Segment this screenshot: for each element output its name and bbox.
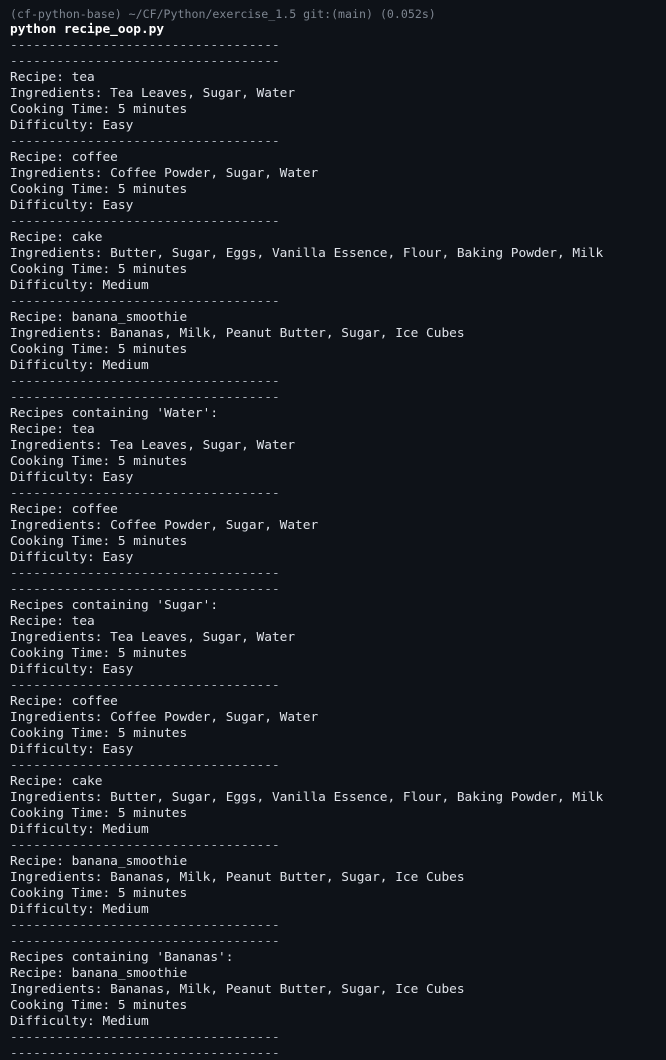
output-line: Difficulty: Easy [10,198,134,213]
separator-line: ----------------------------------- [10,38,280,53]
output-line: Ingredients: Bananas, Milk, Peanut Butte… [10,326,465,341]
output-line: Ingredients: Tea Leaves, Sugar, Water [10,438,296,453]
separator-line: ----------------------------------- [10,374,280,389]
output-line: Cooking Time: 5 minutes [10,886,188,901]
command-input[interactable]: python recipe_oop.py [10,22,656,38]
output-line: Recipe: tea [10,70,95,85]
output-line: Cooking Time: 5 minutes [10,182,188,197]
output-line: Recipes containing 'Bananas': [10,950,234,965]
output-line: Cooking Time: 5 minutes [10,646,188,661]
separator-line: ----------------------------------- [10,390,280,405]
output-line: Ingredients: Coffee Powder, Sugar, Water [10,166,319,181]
separator-line: ----------------------------------- [10,918,280,933]
output-line: Difficulty: Medium [10,358,149,373]
output-line: Ingredients: Coffee Powder, Sugar, Water [10,518,319,533]
output-line: Recipe: banana_smoothie [10,310,188,325]
output-line: Difficulty: Medium [10,278,149,293]
output-line: Difficulty: Easy [10,470,134,485]
terminal-window[interactable]: (cf-python-base) ~/CF/Python/exercise_1.… [0,0,666,1060]
output-line: Ingredients: Tea Leaves, Sugar, Water [10,630,296,645]
output-line: Recipe: coffee [10,694,118,709]
output-line: Recipe: coffee [10,150,118,165]
output-line: Difficulty: Medium [10,1014,149,1029]
separator-line: ----------------------------------- [10,214,280,229]
output-line: Difficulty: Easy [10,662,134,677]
output-line: Difficulty: Easy [10,550,134,565]
output-line: Ingredients: Butter, Sugar, Eggs, Vanill… [10,246,604,261]
output-line: Cooking Time: 5 minutes [10,726,188,741]
output-line: Cooking Time: 5 minutes [10,534,188,549]
separator-line: ----------------------------------- [10,1030,280,1045]
output-line: Recipe: tea [10,614,95,629]
output-line: Difficulty: Medium [10,902,149,917]
output-line: Recipe: cake [10,774,103,789]
output-line: Cooking Time: 5 minutes [10,454,188,469]
separator-line: ----------------------------------- [10,54,280,69]
output-line: Recipe: banana_smoothie [10,854,188,869]
output-line: Recipes containing 'Sugar': [10,598,219,613]
separator-line: ----------------------------------- [10,758,280,773]
output-line: Difficulty: Easy [10,742,134,757]
separator-line: ----------------------------------- [10,566,280,581]
output-line: Cooking Time: 5 minutes [10,102,188,117]
separator-line: ----------------------------------- [10,294,280,309]
output-line: Ingredients: Bananas, Milk, Peanut Butte… [10,870,465,885]
output-line: Recipe: banana_smoothie [10,966,188,981]
terminal-output: ----------------------------------- -----… [10,38,656,1060]
output-line: Cooking Time: 5 minutes [10,806,188,821]
output-line: Cooking Time: 5 minutes [10,998,188,1013]
shell-prompt: (cf-python-base) ~/CF/Python/exercise_1.… [10,7,436,21]
separator-line: ----------------------------------- [10,134,280,149]
output-line: Difficulty: Easy [10,118,134,133]
separator-line: ----------------------------------- [10,1046,280,1060]
output-line: Cooking Time: 5 minutes [10,342,188,357]
separator-line: ----------------------------------- [10,486,280,501]
output-line: Ingredients: Butter, Sugar, Eggs, Vanill… [10,790,604,805]
output-line: Recipe: cake [10,230,103,245]
separator-line: ----------------------------------- [10,678,280,693]
output-line: Difficulty: Medium [10,822,149,837]
output-line: Cooking Time: 5 minutes [10,262,188,277]
output-line: Recipe: coffee [10,502,118,517]
output-line: Recipe: tea [10,422,95,437]
output-line: Ingredients: Bananas, Milk, Peanut Butte… [10,982,465,997]
separator-line: ----------------------------------- [10,582,280,597]
output-line: Ingredients: Tea Leaves, Sugar, Water [10,86,296,101]
output-line: Recipes containing 'Water': [10,406,219,421]
separator-line: ----------------------------------- [10,838,280,853]
output-line: Ingredients: Coffee Powder, Sugar, Water [10,710,319,725]
separator-line: ----------------------------------- [10,934,280,949]
